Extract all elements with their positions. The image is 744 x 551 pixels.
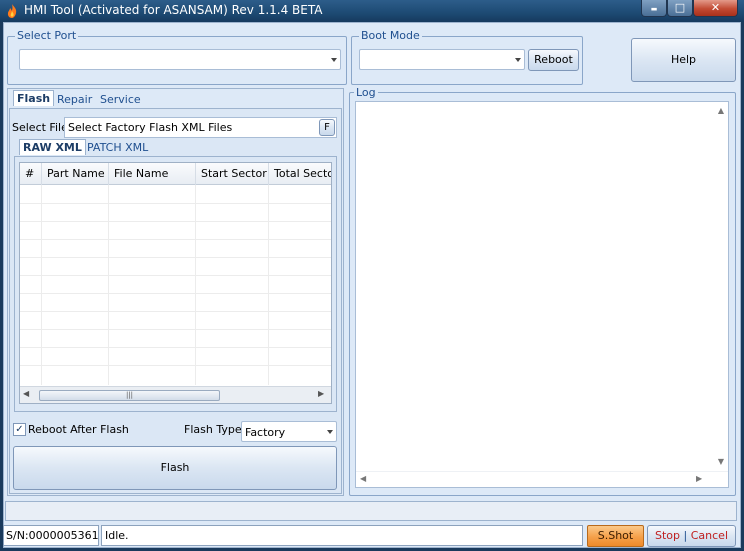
log-horizontal-scrollbar[interactable]: ◀ ▶ bbox=[356, 471, 728, 487]
partition-table[interactable]: # Part Name File Name Start Sector Total… bbox=[19, 162, 332, 404]
grip-icon: ||| bbox=[125, 391, 134, 399]
cancel-label: Cancel bbox=[690, 529, 728, 542]
column-header-file-name[interactable]: File Name bbox=[109, 163, 196, 185]
scroll-right-icon[interactable]: ▶ bbox=[696, 474, 702, 483]
grid-line bbox=[20, 329, 331, 330]
chevron-down-icon bbox=[515, 57, 521, 62]
window-title: HMI Tool (Activated for ASANSAM) Rev 1.1… bbox=[24, 3, 323, 17]
grid-line bbox=[195, 185, 196, 385]
scroll-right-icon[interactable]: ▶ bbox=[318, 389, 324, 398]
browse-file-button[interactable]: F bbox=[319, 119, 335, 136]
scroll-up-icon[interactable]: ▲ bbox=[718, 106, 724, 115]
scroll-left-icon[interactable]: ◀ bbox=[360, 474, 366, 483]
tab-repair[interactable]: Repair bbox=[57, 93, 92, 106]
stop-cancel-button[interactable]: Stop | Cancel bbox=[647, 525, 736, 547]
grid-line bbox=[20, 239, 331, 240]
boot-mode-dropdown[interactable] bbox=[359, 49, 525, 70]
reboot-after-flash-label[interactable]: Reboot After Flash bbox=[28, 423, 129, 436]
grid-line bbox=[20, 203, 331, 204]
chevron-down-icon bbox=[331, 57, 337, 62]
select-file-value: Select Factory Flash XML Files bbox=[68, 121, 233, 134]
close-icon: ✕ bbox=[710, 1, 721, 14]
select-file-label: Select File bbox=[12, 121, 68, 134]
reboot-after-flash-checkbox[interactable]: ✓ bbox=[13, 423, 26, 436]
tab-service[interactable]: Service bbox=[100, 93, 141, 106]
log-label: Log bbox=[354, 86, 378, 99]
select-port-dropdown[interactable] bbox=[19, 49, 341, 70]
grid-line bbox=[20, 257, 331, 258]
status-message-box: Idle. bbox=[101, 525, 583, 546]
flash-button[interactable]: Flash bbox=[13, 446, 337, 490]
column-header-start-sector[interactable]: Start Sector bbox=[196, 163, 269, 185]
grid-line bbox=[20, 347, 331, 348]
minimize-button[interactable]: ▬ bbox=[641, 0, 667, 17]
table-header: # Part Name File Name Start Sector Total… bbox=[20, 163, 331, 185]
boot-mode-group: Boot Mode Reboot bbox=[351, 29, 583, 85]
flame-icon bbox=[7, 4, 17, 18]
grid-line bbox=[20, 275, 331, 276]
flash-type-label: Flash Type bbox=[184, 423, 242, 436]
reboot-button[interactable]: Reboot bbox=[528, 49, 579, 71]
progress-bar bbox=[5, 501, 737, 521]
check-icon: ✓ bbox=[15, 424, 24, 435]
table-horizontal-scrollbar[interactable]: ◀ ||| ▶ bbox=[20, 386, 331, 403]
tab-flash[interactable]: Flash bbox=[13, 90, 55, 106]
tab-raw-xml[interactable]: RAW XML bbox=[19, 139, 86, 155]
title-bar[interactable]: HMI Tool (Activated for ASANSAM) Rev 1.1… bbox=[0, 0, 744, 22]
grid-line bbox=[20, 293, 331, 294]
select-port-label: Select Port bbox=[15, 29, 79, 42]
scroll-thumb[interactable]: ||| bbox=[39, 390, 220, 401]
grid-line bbox=[20, 311, 331, 312]
log-textarea[interactable]: ▲ ▼ ◀ ▶ bbox=[355, 101, 729, 488]
column-header-index[interactable]: # bbox=[20, 163, 42, 185]
column-header-total-sector[interactable]: Total Sector bbox=[269, 163, 331, 185]
separator-label: | bbox=[683, 529, 688, 542]
serial-number-box: S/N:0000005361 bbox=[3, 525, 99, 546]
maximize-icon: □ bbox=[674, 1, 686, 14]
maximize-button[interactable]: □ bbox=[667, 0, 693, 17]
minimize-icon: ▬ bbox=[650, 5, 658, 13]
scroll-down-icon[interactable]: ▼ bbox=[718, 457, 724, 466]
status-message: Idle. bbox=[105, 529, 129, 542]
boot-mode-label: Boot Mode bbox=[359, 29, 422, 42]
grid-line bbox=[108, 185, 109, 385]
grid-line bbox=[41, 185, 42, 385]
flash-type-value: Factory bbox=[245, 426, 286, 439]
column-header-part-name[interactable]: Part Name bbox=[42, 163, 109, 185]
flash-type-dropdown[interactable]: Factory bbox=[241, 421, 337, 442]
scroll-left-icon[interactable]: ◀ bbox=[23, 389, 29, 398]
close-button[interactable]: ✕ bbox=[693, 0, 738, 17]
stop-label: Stop bbox=[655, 529, 681, 542]
chevron-down-icon bbox=[327, 429, 333, 434]
select-port-group: Select Port bbox=[7, 29, 347, 85]
screenshot-button[interactable]: S.Shot bbox=[587, 525, 644, 547]
serial-number: S/N:0000005361 bbox=[6, 529, 99, 542]
select-file-field[interactable]: Select Factory Flash XML Files bbox=[64, 117, 337, 138]
grid-line bbox=[20, 221, 331, 222]
grid-line bbox=[20, 365, 331, 366]
help-button[interactable]: Help bbox=[631, 38, 736, 82]
tab-patch-xml[interactable]: PATCH XML bbox=[87, 141, 148, 154]
grid-line bbox=[268, 185, 269, 385]
